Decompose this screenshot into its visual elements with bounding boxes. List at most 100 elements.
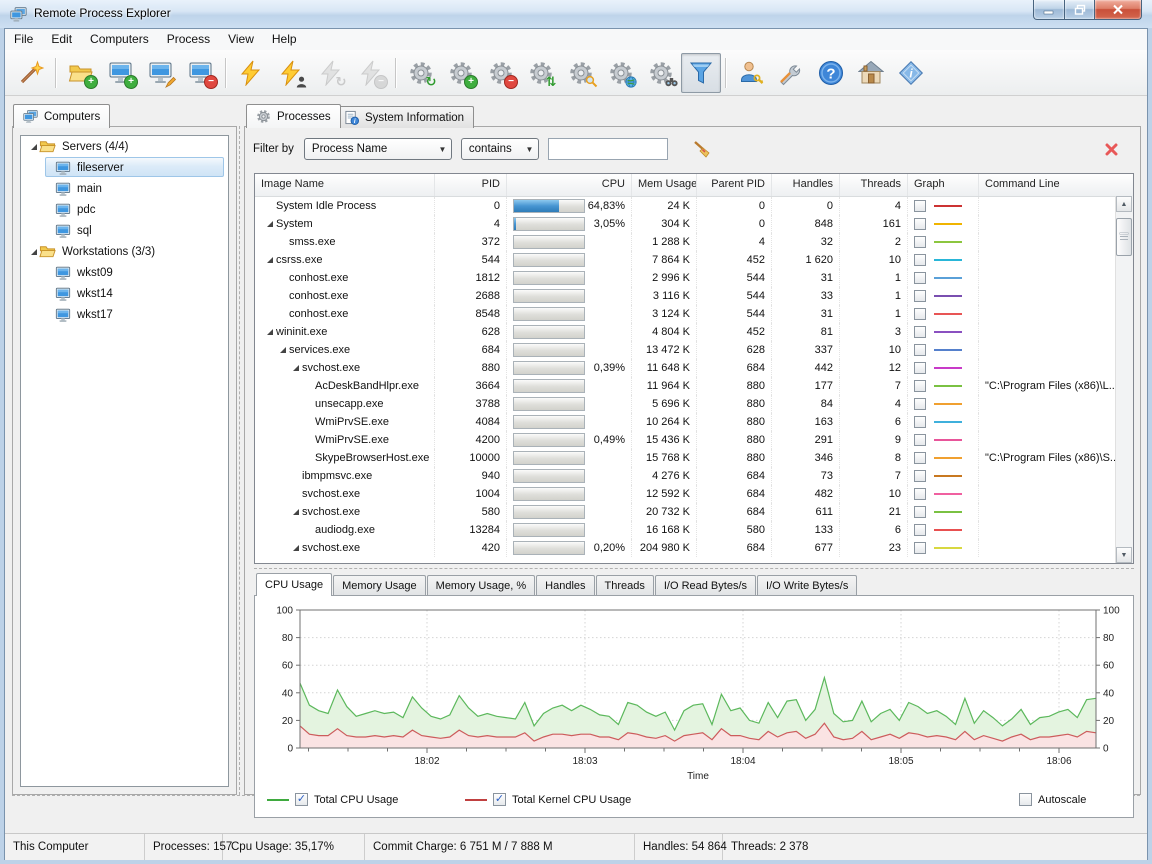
about-button[interactable]: i — [891, 53, 931, 93]
chart-tab-cpu-usage[interactable]: CPU Usage — [256, 573, 332, 596]
row-expanded-icon[interactable] — [265, 328, 274, 336]
tab-computers[interactable]: Computers — [13, 104, 110, 128]
graph-checkbox[interactable] — [914, 272, 926, 284]
tree-expanded-icon[interactable] — [29, 248, 39, 256]
close-filter-button[interactable] — [1105, 143, 1118, 156]
menu-computers[interactable]: Computers — [81, 29, 158, 50]
process-row-csrss-exe[interactable]: csrss.exe5447 864 K4521 62010 — [255, 251, 1133, 269]
chart-tab-i-o-read-bytes-s[interactable]: I/O Read Bytes/s — [655, 575, 756, 596]
filter-operator-select[interactable]: contains ▼ — [461, 138, 539, 160]
tree-item-wkst09[interactable]: wkst09 — [21, 262, 228, 283]
menu-process[interactable]: Process — [158, 29, 219, 50]
row-expanded-icon[interactable] — [291, 508, 300, 516]
graph-checkbox[interactable] — [914, 524, 926, 536]
filter-toggle-button[interactable] — [681, 53, 721, 93]
menu-view[interactable]: View — [219, 29, 263, 50]
row-expanded-icon[interactable] — [291, 364, 300, 372]
restore-button[interactable] — [1065, 0, 1094, 20]
tree-item-fileserver[interactable]: fileserver — [21, 157, 228, 178]
process-row-svchost-exe[interactable]: svchost.exe4200,20%204 980 K68467723 — [255, 539, 1133, 557]
graph-checkbox[interactable] — [914, 290, 926, 302]
connect-button[interactable] — [231, 53, 271, 93]
kill-process-button[interactable]: − — [481, 53, 521, 93]
row-expanded-icon[interactable] — [278, 346, 287, 354]
options-button[interactable] — [771, 53, 811, 93]
tab-processes[interactable]: Processes — [246, 104, 341, 128]
refresh-process-list-button[interactable]: ↻ — [401, 53, 441, 93]
add-folder-button[interactable]: + — [61, 53, 101, 93]
process-row-unsecapp-exe[interactable]: unsecapp.exe37885 696 K880844 — [255, 395, 1133, 413]
tree-item-pdc[interactable]: pdc — [21, 199, 228, 220]
column-header-handles[interactable]: Handles — [772, 174, 840, 196]
graph-checkbox[interactable] — [914, 416, 926, 428]
filter-field-select[interactable]: Process Name ▼ — [304, 138, 452, 160]
menu-file[interactable]: File — [5, 29, 42, 50]
magic-wand-button[interactable] — [11, 53, 51, 93]
graph-checkbox[interactable] — [914, 326, 926, 338]
process-row-wininit-exe[interactable]: wininit.exe6284 804 K452813 — [255, 323, 1133, 341]
graph-checkbox[interactable] — [914, 380, 926, 392]
vertical-scrollbar[interactable]: ▲ ▼ — [1115, 196, 1133, 563]
row-expanded-icon[interactable] — [265, 220, 274, 228]
process-row-system-idle-process[interactable]: System Idle Process064,83%24 K004 — [255, 197, 1133, 215]
graph-checkbox[interactable] — [914, 506, 926, 518]
graph-checkbox[interactable] — [914, 362, 926, 374]
chart-tab-memory-usage-[interactable]: Memory Usage, % — [427, 575, 535, 596]
process-row-ibmpmsvc-exe[interactable]: ibmpmsvc.exe9404 276 K684737 — [255, 467, 1133, 485]
scroll-up-button[interactable]: ▲ — [1116, 196, 1132, 212]
graph-checkbox[interactable] — [914, 542, 926, 554]
graph-checkbox[interactable] — [914, 398, 926, 410]
tree-item-servers-4-4-[interactable]: Servers (4/4) — [21, 136, 228, 157]
chart-tab-i-o-write-bytes-s[interactable]: I/O Write Bytes/s — [757, 575, 857, 596]
process-row-svchost-exe[interactable]: svchost.exe8800,39%11 648 K68444212 — [255, 359, 1133, 377]
column-header-image-name[interactable]: Image Name — [255, 174, 435, 196]
column-header-threads[interactable]: Threads — [840, 174, 908, 196]
process-row-audiodg-exe[interactable]: audiodg.exe1328416 168 K5801336 — [255, 521, 1133, 539]
graph-checkbox[interactable] — [914, 218, 926, 230]
chart-tab-handles[interactable]: Handles — [536, 575, 594, 596]
tree-item-workstations-3-3-[interactable]: Workstations (3/3) — [21, 241, 228, 262]
logon-as-user-button[interactable] — [731, 53, 771, 93]
graph-checkbox[interactable] — [914, 470, 926, 482]
process-row-wmiprvse-exe[interactable]: WmiPrvSE.exe408410 264 K8801636 — [255, 413, 1133, 431]
find-process-button[interactable] — [641, 53, 681, 93]
column-header-cpu[interactable]: CPU — [507, 174, 632, 196]
row-expanded-icon[interactable] — [265, 256, 274, 264]
run-new-process-button[interactable]: + — [441, 53, 481, 93]
process-row-svchost-exe[interactable]: svchost.exe58020 732 K68461121 — [255, 503, 1133, 521]
tree-item-wkst14[interactable]: wkst14 — [21, 283, 228, 304]
close-button[interactable] — [1094, 0, 1142, 20]
legend-checkbox[interactable]: ✓ — [295, 793, 308, 806]
process-row-smss-exe[interactable]: smss.exe3721 288 K4322 — [255, 233, 1133, 251]
tree-item-wkst17[interactable]: wkst17 — [21, 304, 228, 325]
autoscale-checkbox[interactable] — [1019, 793, 1032, 806]
home-button[interactable] — [851, 53, 891, 93]
horizontal-splitter[interactable] — [254, 568, 1134, 573]
graph-checkbox[interactable] — [914, 254, 926, 266]
graph-checkbox[interactable] — [914, 236, 926, 248]
graph-checkbox[interactable] — [914, 452, 926, 464]
legend-checkbox[interactable]: ✓ — [493, 793, 506, 806]
menu-edit[interactable]: Edit — [42, 29, 81, 50]
row-expanded-icon[interactable] — [291, 544, 300, 552]
process-row-skypebrowserhost-exe[interactable]: SkypeBrowserHost.exe1000015 768 K8803468… — [255, 449, 1133, 467]
connect-as-button[interactable] — [271, 53, 311, 93]
menu-help[interactable]: Help — [263, 29, 306, 50]
process-row-system[interactable]: System43,05%304 K0848161 — [255, 215, 1133, 233]
process-row-acdeskbandhlpr-exe[interactable]: AcDeskBandHlpr.exe366411 964 K8801777"C:… — [255, 377, 1133, 395]
process-row-services-exe[interactable]: services.exe68413 472 K62833710 — [255, 341, 1133, 359]
edit-computer-button[interactable] — [141, 53, 181, 93]
remove-computer-button[interactable]: − — [181, 53, 221, 93]
add-computer-button[interactable]: + — [101, 53, 141, 93]
process-row-conhost-exe[interactable]: conhost.exe18122 996 K544311 — [255, 269, 1133, 287]
filter-query-input[interactable] — [548, 138, 668, 160]
tree-item-main[interactable]: main — [21, 178, 228, 199]
minimize-button[interactable] — [1033, 0, 1065, 20]
process-row-conhost-exe[interactable]: conhost.exe85483 124 K544311 — [255, 305, 1133, 323]
clear-filter-button[interactable] — [692, 139, 712, 159]
tree-item-sql[interactable]: sql — [21, 220, 228, 241]
graph-checkbox[interactable] — [914, 488, 926, 500]
scrollbar-thumb[interactable] — [1116, 218, 1132, 256]
column-header-parent-pid[interactable]: Parent PID — [697, 174, 772, 196]
column-header-command-line[interactable]: Command Line — [979, 174, 1116, 196]
